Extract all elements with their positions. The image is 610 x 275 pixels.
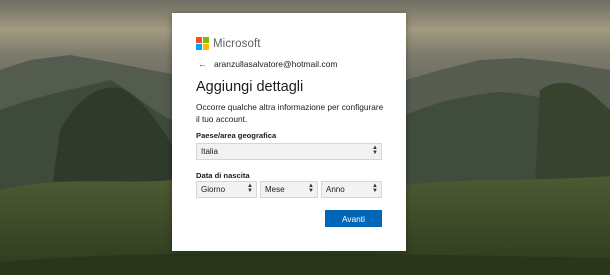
country-value: Italia	[201, 147, 218, 156]
brand-name: Microsoft	[213, 37, 261, 50]
arrow-left-icon[interactable]: ←	[198, 59, 207, 69]
microsoft-logo: Microsoft	[196, 37, 261, 50]
birth-day-value: Giorno	[201, 185, 226, 194]
birth-month-value: Mese	[265, 185, 285, 194]
birth-month-select[interactable]: Mese ▲ ▼	[260, 181, 318, 198]
birth-year-select[interactable]: Anno ▲ ▼	[321, 181, 382, 198]
birthdate-label: Data di nascita	[196, 171, 250, 180]
birth-year-value: Anno	[326, 185, 345, 194]
birth-day-select[interactable]: Giorno ▲ ▼	[196, 181, 257, 198]
microsoft-logo-icon	[196, 37, 209, 50]
country-select[interactable]: Italia ▲ ▼	[196, 143, 382, 160]
signup-dialog: Microsoft ← aranzullasalvatore@hotmail.c…	[172, 13, 406, 251]
account-email: aranzullasalvatore@hotmail.com	[214, 59, 338, 69]
account-identity-row: ← aranzullasalvatore@hotmail.com	[198, 59, 337, 69]
page-description: Occorre qualche altra informazione per c…	[196, 102, 384, 124]
page-title: Aggiungi dettagli	[196, 79, 304, 95]
next-button[interactable]: Avanti	[325, 210, 382, 227]
country-label: Paese/area geografica	[196, 131, 277, 140]
select-arrows-icon: ▲ ▼	[308, 183, 314, 194]
select-arrows-icon: ▲ ▼	[247, 183, 253, 194]
select-arrows-icon: ▲ ▼	[372, 145, 378, 156]
select-arrows-icon: ▲ ▼	[372, 183, 378, 194]
